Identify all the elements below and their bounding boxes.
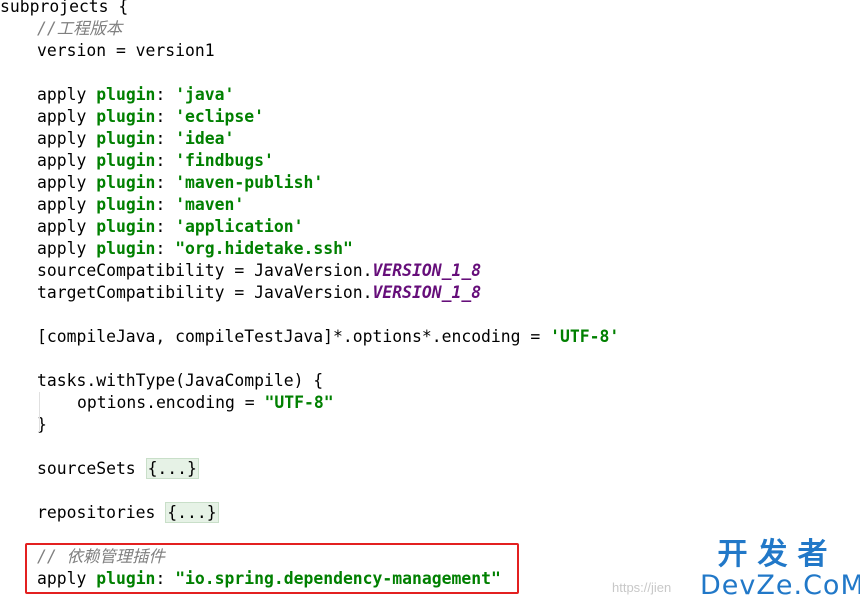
code-line: [compileJava, compileTestJava]*.options*… [0, 326, 860, 348]
code-editor: subprojects { //工程版本 version = version1 … [0, 0, 860, 590]
code-text: apply [37, 129, 87, 148]
code-string: 'java' [175, 85, 235, 104]
code-string: 'maven' [175, 195, 245, 214]
code-text: : [155, 107, 176, 126]
code-text: : [155, 239, 176, 258]
code-line: //工程版本 [0, 18, 860, 40]
code-line: apply plugin: "org.hidetake.ssh" [0, 238, 860, 260]
code-keyword: plugin [96, 217, 156, 236]
code-text: apply [37, 151, 87, 170]
code-line: apply plugin: 'eclipse' [0, 106, 860, 128]
highlight-box [25, 543, 519, 594]
code-constant: VERSION_1_8 [372, 283, 482, 302]
code-line: apply plugin: 'findbugs' [0, 150, 860, 172]
code-text: : [155, 195, 176, 214]
code-keyword: plugin [96, 195, 156, 214]
site-logo: 开发者 DevZe.CoM [700, 537, 860, 601]
code-line: apply plugin: 'maven' [0, 194, 860, 216]
code-line: subprojects { [0, 0, 860, 18]
code-line: version = version1 [0, 40, 860, 62]
code-line: apply plugin: 'java' [0, 84, 860, 106]
code-text: tasks.withType(JavaCompile) { [37, 371, 324, 390]
code-string: 'eclipse' [175, 107, 264, 126]
code-line: repositories {...} [0, 502, 860, 524]
code-comment: //工程版本 [37, 19, 123, 38]
code-text: : [155, 151, 176, 170]
code-line: apply plugin: 'application' [0, 216, 860, 238]
code-text: apply [37, 107, 87, 126]
logo-top-text: 开发者 [717, 537, 838, 572]
indent-guide [39, 392, 40, 432]
code-keyword: plugin [96, 85, 156, 104]
code-text: apply [37, 173, 87, 192]
code-text: : [155, 129, 176, 148]
code-string: 'UTF-8' [550, 327, 620, 346]
code-text: apply [37, 85, 87, 104]
code-string: "org.hidetake.ssh" [175, 239, 353, 258]
code-keyword: plugin [96, 239, 156, 258]
code-constant: VERSION_1_8 [372, 261, 482, 280]
code-string: 'findbugs' [175, 151, 274, 170]
code-text: subprojects { [0, 0, 129, 16]
code-text: apply [37, 217, 87, 236]
logo-bottom-text: DevZe.CoM [700, 570, 860, 601]
code-text: apply [37, 195, 87, 214]
code-string: 'idea' [175, 129, 235, 148]
code-keyword: plugin [96, 173, 156, 192]
code-text: : [155, 173, 176, 192]
code-text: sourceCompatibility = JavaVersion. [37, 261, 373, 280]
code-text: : [155, 217, 176, 236]
folded-region[interactable]: {...} [165, 502, 219, 523]
code-text: sourceSets [37, 459, 146, 478]
code-line: tasks.withType(JavaCompile) { [0, 370, 860, 392]
code-line: targetCompatibility = JavaVersion.VERSIO… [0, 282, 860, 304]
code-text: targetCompatibility = JavaVersion. [37, 283, 373, 302]
code-keyword: plugin [96, 129, 156, 148]
code-string: 'application' [175, 217, 304, 236]
code-keyword: plugin [96, 151, 156, 170]
code-string: "UTF-8" [264, 393, 334, 412]
code-text: apply [37, 239, 87, 258]
code-string: 'maven-publish' [175, 173, 324, 192]
code-line: sourceSets {...} [0, 458, 860, 480]
code-line: apply plugin: 'idea' [0, 128, 860, 150]
code-text: version = version1 [37, 41, 215, 60]
code-line: sourceCompatibility = JavaVersion.VERSIO… [0, 260, 860, 282]
code-keyword: plugin [96, 107, 156, 126]
folded-region[interactable]: {...} [145, 458, 199, 479]
code-line: options.encoding = "UTF-8" [0, 392, 860, 414]
code-line: apply plugin: 'maven-publish' [0, 172, 860, 194]
code-text: : [155, 85, 176, 104]
code-text: repositories [37, 503, 166, 522]
code-text: options.encoding = [77, 393, 265, 412]
code-line: } [0, 414, 860, 436]
watermark-url: https://jien [612, 580, 672, 595]
code-text: [compileJava, compileTestJava]*.options*… [37, 327, 551, 346]
